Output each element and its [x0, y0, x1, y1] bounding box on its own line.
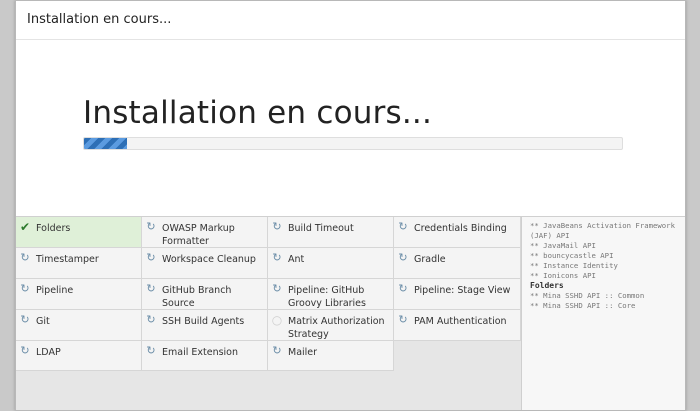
refresh-icon: ↻ — [20, 282, 30, 295]
plugin-install-area: ✔ Folders ↻ OWASP Markup Formatter ↻ Build Ti… — [16, 216, 685, 410]
plugin-name: Build Timeout — [288, 223, 354, 234]
plugin-item: ↻ LDAP — [16, 341, 142, 371]
log-line: ** Instance Identity — [530, 261, 618, 270]
plugin-item: ↻ Pipeline: Stage View — [394, 279, 521, 310]
install-log: ** JavaBeans Activation Framework (JAF) A… — [521, 217, 685, 410]
log-plugin-heading: Folders — [530, 281, 564, 290]
plugin-name: Ant — [288, 254, 305, 265]
refresh-icon: ↻ — [20, 344, 30, 357]
plugin-name: GitHub Branch Source — [162, 285, 232, 309]
plugin-name: Pipeline: GitHub Groovy Libraries — [288, 285, 366, 309]
plugin-name: Matrix Authorization Strategy — [288, 316, 385, 340]
plugin-item: ↻ Gradle — [394, 248, 521, 279]
plugin-item: ↻ GitHub Branch Source — [142, 279, 268, 310]
refresh-icon: ↻ — [146, 282, 156, 295]
log-line: ** JavaBeans Activation Framework — [530, 221, 675, 230]
plugin-name: Pipeline — [36, 285, 74, 296]
refresh-icon: ↻ — [398, 313, 408, 326]
pending-circle-icon: ○ — [271, 313, 283, 327]
plugin-item: ↻ OWASP Markup Formatter — [142, 217, 268, 248]
plugin-name: OWASP Markup Formatter — [162, 223, 235, 247]
refresh-icon: ↻ — [146, 313, 156, 326]
check-icon: ✔ — [19, 220, 31, 234]
plugin-name: Gradle — [414, 254, 446, 265]
dialog-title: Installation en cours... — [16, 1, 685, 40]
plugin-name: Git — [36, 316, 50, 327]
refresh-icon: ↻ — [398, 251, 408, 264]
plugin-item: ↻ SSH Build Agents — [142, 310, 268, 341]
plugin-name: Workspace Cleanup — [162, 254, 256, 265]
plugin-item: ↻ Timestamper — [16, 248, 142, 279]
refresh-icon: ↻ — [146, 220, 156, 233]
refresh-icon: ↻ — [20, 313, 30, 326]
refresh-icon: ↻ — [146, 251, 156, 264]
refresh-icon: ↻ — [272, 251, 282, 264]
refresh-icon: ↻ — [146, 344, 156, 357]
plugin-item: ↻ Pipeline: GitHub Groovy Libraries — [268, 279, 394, 310]
plugin-item: ↻ Workspace Cleanup — [142, 248, 268, 279]
plugin-item: ↻ Build Timeout — [268, 217, 394, 248]
setup-wizard-dialog: Installation en cours... Installation en… — [15, 0, 686, 411]
plugin-item: ↻ PAM Authentication — [394, 310, 521, 341]
plugin-name: LDAP — [36, 347, 61, 358]
plugin-name: Email Extension — [162, 347, 239, 358]
plugin-item: ↻ Ant — [268, 248, 394, 279]
plugin-name: Mailer — [288, 347, 318, 358]
refresh-icon: ↻ — [272, 220, 282, 233]
log-line: ** Mina SSHD API :: Core — [530, 301, 636, 310]
plugin-name: Credentials Binding — [414, 223, 507, 234]
plugin-name: Pipeline: Stage View — [414, 285, 511, 296]
plugin-grid: ✔ Folders ↻ OWASP Markup Formatter ↻ Build Ti… — [16, 217, 521, 410]
plugin-item: ↻ Pipeline — [16, 279, 142, 310]
plugin-item: ↻ Mailer — [268, 341, 394, 371]
log-line: ** Mina SSHD API :: Common — [530, 291, 645, 300]
plugin-item: ↻ Git — [16, 310, 142, 341]
plugin-item: ↻ Credentials Binding — [394, 217, 521, 248]
refresh-icon: ↻ — [398, 282, 408, 295]
log-line: (JAF) API — [530, 231, 570, 240]
refresh-icon: ↻ — [20, 251, 30, 264]
plugin-name: Folders — [36, 223, 71, 234]
page-title: Installation en cours... — [83, 95, 433, 131]
refresh-icon: ↻ — [272, 344, 282, 357]
log-line: ** JavaMail API — [530, 241, 596, 250]
plugin-name: Timestamper — [36, 254, 99, 265]
refresh-icon: ↻ — [398, 220, 408, 233]
plugin-name: PAM Authentication — [414, 316, 507, 327]
plugin-item: ○ Matrix Authorization Strategy — [268, 310, 394, 341]
progress-bar-fill — [84, 138, 128, 149]
install-progress-panel: Installation en cours... — [16, 40, 685, 216]
refresh-icon: ↻ — [272, 282, 282, 295]
progress-bar — [83, 137, 623, 150]
plugin-item: ✔ Folders — [16, 217, 142, 248]
plugin-name: SSH Build Agents — [162, 316, 245, 327]
plugin-item: ↻ Email Extension — [142, 341, 268, 371]
log-line: ** bouncycastle API — [530, 251, 614, 260]
log-line: ** Ionicons API — [530, 271, 596, 280]
